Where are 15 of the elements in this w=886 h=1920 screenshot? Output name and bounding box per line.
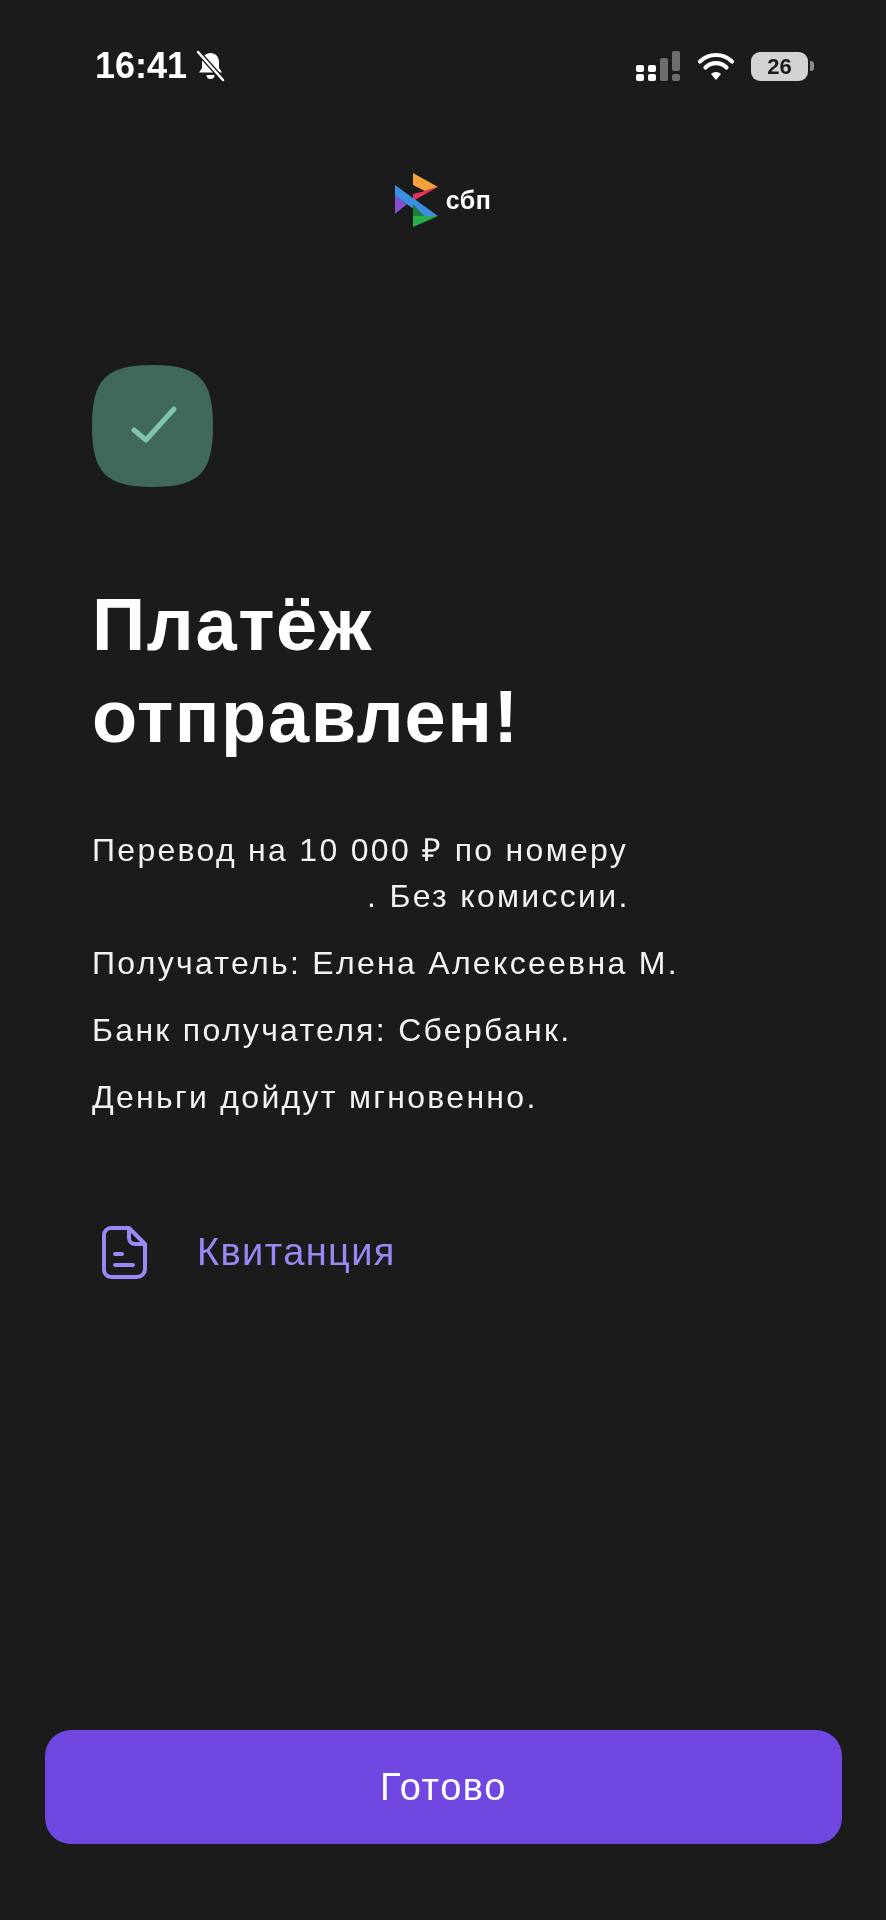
detail-text: Деньги дойдут мгновенно. — [92, 1078, 539, 1117]
detail-text: Получатель: Елена Алексеевна М. — [92, 944, 680, 983]
page-title: Платёж отправлен! — [92, 582, 521, 760]
transfer-description: Перевод на 10 000 ₽ по номеру . Без комиссии. — [92, 831, 631, 916]
wifi-icon — [697, 52, 735, 80]
logo-text: сбп — [445, 187, 492, 213]
receipt-link[interactable]: Квитанция — [102, 1226, 396, 1279]
battery-percentage: 26 — [767, 52, 792, 81]
status-time: 16:41 — [95, 46, 188, 86]
detail-text: Банк получателя: Сбербанк. — [92, 1011, 573, 1050]
signal-icon — [636, 51, 681, 81]
logo-icon — [394, 173, 438, 227]
document-icon — [102, 1226, 147, 1279]
done-button[interactable]: Готово — [45, 1730, 842, 1844]
check-icon — [92, 365, 213, 487]
